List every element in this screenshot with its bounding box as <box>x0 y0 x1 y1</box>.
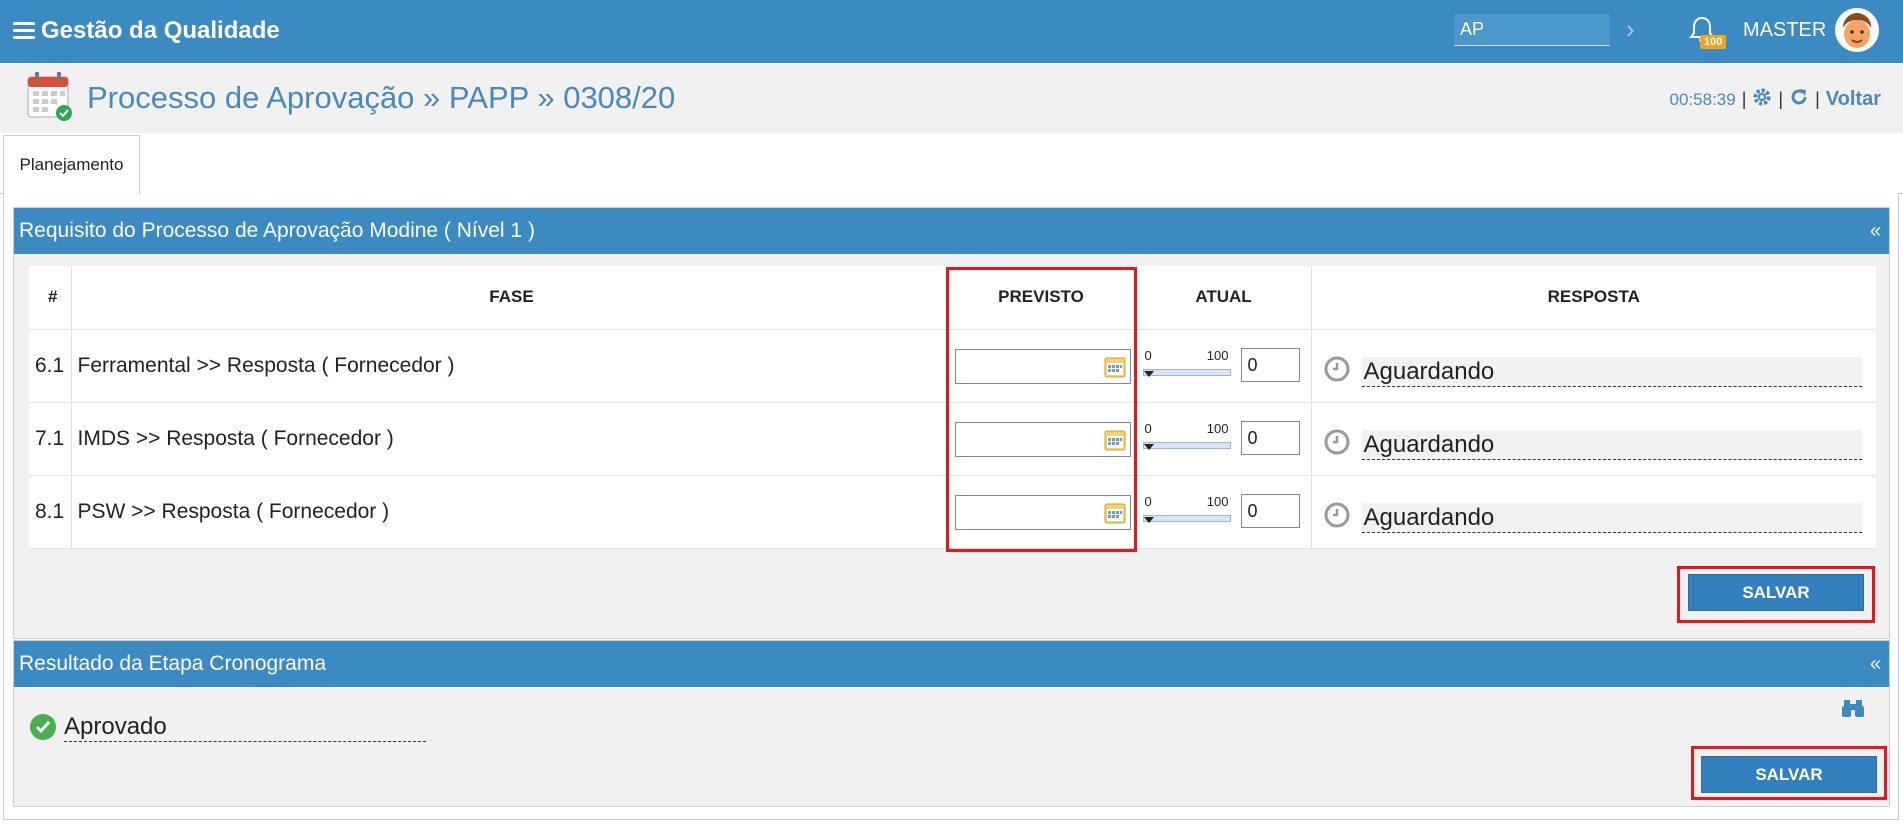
check-circle-icon <box>30 714 56 740</box>
current-value-input[interactable]: 0 <box>1240 493 1300 528</box>
column-header-current: ATUAL <box>1136 266 1312 330</box>
progress-slider[interactable]: 0 100 <box>1142 493 1231 528</box>
notification-badge: 100 <box>1700 35 1727 49</box>
response-cell: Aguardando <box>1311 329 1876 403</box>
current-value-input[interactable]: 0 <box>1240 420 1300 455</box>
separator: | <box>1815 89 1820 109</box>
panel-title: Resultado da Etapa Cronograma <box>19 652 327 675</box>
save-button-highlight <box>1677 566 1875 623</box>
slider-min: 0 <box>1144 420 1152 436</box>
calendar-approved-icon <box>27 71 73 128</box>
user-name[interactable]: MASTER <box>1743 19 1826 42</box>
response-status[interactable]: Aguardando <box>1361 356 1862 387</box>
panel-title: Requisito do Processo de Aprovação Modin… <box>19 219 535 242</box>
separator: | <box>1741 89 1747 109</box>
current-cell: 0 100 0 <box>1136 402 1312 476</box>
collapse-icon[interactable]: « <box>1870 208 1881 254</box>
row-num: 6.1 <box>29 329 72 403</box>
row-num: 7.1 <box>29 402 72 476</box>
slider-thumb[interactable] <box>1143 516 1154 523</box>
separator: | <box>1778 89 1784 109</box>
tab-planejamento[interactable]: Planejamento <box>3 135 140 194</box>
planned-column-highlight <box>946 267 1137 552</box>
result-panel-header[interactable]: Resultado da Etapa Cronograma « <box>14 641 1889 687</box>
row-phase: PSW >> Resposta ( Fornecedor ) <box>71 475 947 549</box>
slider-max: 100 <box>1206 420 1229 436</box>
app-title: Gestão da Qualidade <box>41 17 280 44</box>
slider-max: 100 <box>1206 493 1229 509</box>
save-button-highlight <box>1691 746 1887 800</box>
back-link[interactable]: Voltar <box>1826 88 1881 111</box>
current-value-input[interactable]: 0 <box>1240 347 1300 382</box>
requirements-panel-header[interactable]: Requisito do Processo de Aprovação Modin… <box>14 208 1889 254</box>
slider-thumb[interactable] <box>1143 443 1154 450</box>
slider-min: 0 <box>1144 347 1152 363</box>
row-phase: Ferramental >> Resposta ( Fornecedor ) <box>71 329 947 403</box>
column-header-response: RESPOSTA <box>1311 266 1876 330</box>
slider-track[interactable] <box>1142 368 1231 376</box>
clock-icon <box>1324 502 1349 527</box>
column-header-num: # <box>29 266 72 330</box>
response-cell: Aguardando <box>1311 475 1876 549</box>
clock-icon <box>1324 429 1349 454</box>
progress-slider[interactable]: 0 100 <box>1142 420 1231 455</box>
page-title: Processo de Aprovação » PAPP » 0308/20 <box>87 80 676 115</box>
header-actions: 00:58:39 | | | Voltar <box>1670 87 1881 112</box>
refresh-icon[interactable] <box>1789 87 1809 112</box>
slider-track[interactable] <box>1142 441 1231 449</box>
gear-icon[interactable] <box>1752 87 1772 112</box>
avatar[interactable] <box>1835 8 1879 52</box>
row-phase: IMDS >> Resposta ( Fornecedor ) <box>71 402 947 476</box>
hamburger-menu-icon[interactable] <box>13 22 35 40</box>
slider-max: 100 <box>1206 347 1229 363</box>
result-status[interactable]: Aprovado <box>64 712 426 742</box>
current-cell: 0 100 0 <box>1136 475 1312 549</box>
session-timer: 00:58:39 <box>1669 89 1736 109</box>
binoculars-icon[interactable] <box>1842 698 1864 718</box>
response-cell: Aguardando <box>1311 402 1876 476</box>
chevron-right-icon[interactable]: › <box>1626 14 1635 45</box>
clock-icon <box>1324 356 1349 381</box>
response-status[interactable]: Aguardando <box>1361 429 1862 460</box>
search-input[interactable] <box>1454 14 1610 46</box>
row-num: 8.1 <box>29 475 72 549</box>
current-cell: 0 100 0 <box>1136 329 1312 403</box>
top-bar: Gestão da Qualidade › 100 MASTER <box>0 0 1903 63</box>
collapse-icon[interactable]: « <box>1870 641 1881 687</box>
column-header-phase: FASE <box>71 266 947 330</box>
progress-slider[interactable]: 0 100 <box>1142 347 1231 382</box>
slider-track[interactable] <box>1142 514 1231 522</box>
slider-min: 0 <box>1144 493 1152 509</box>
page-header: Processo de Aprovação » PAPP » 0308/20 0… <box>0 63 1903 133</box>
response-status[interactable]: Aguardando <box>1361 502 1862 533</box>
slider-thumb[interactable] <box>1143 370 1154 377</box>
